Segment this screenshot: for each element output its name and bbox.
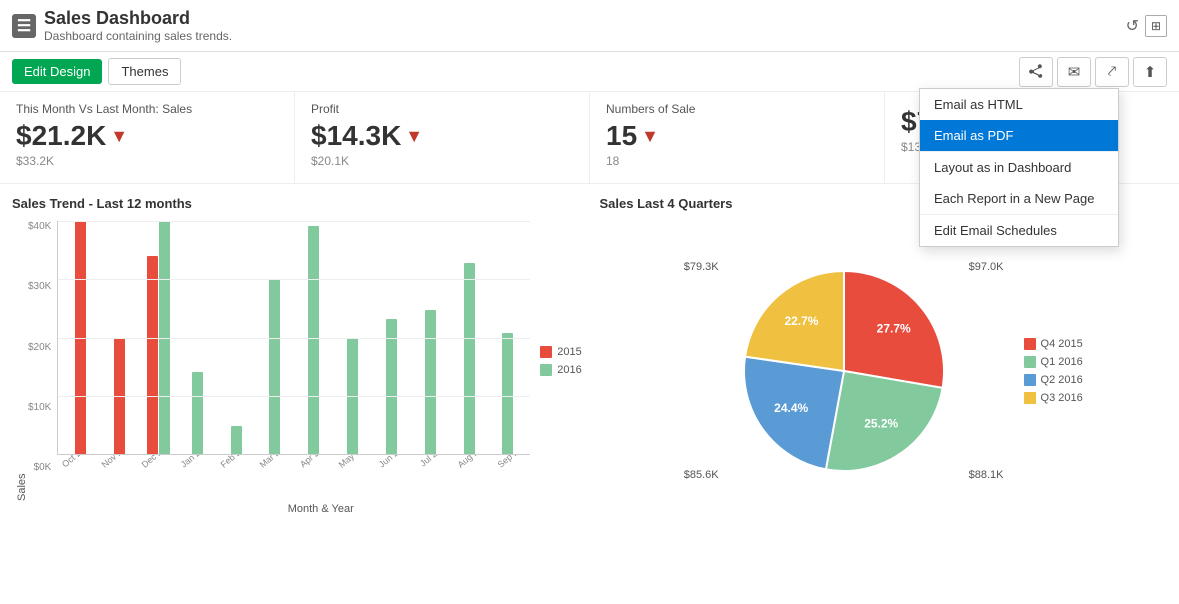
svg-text:27.7%: 27.7% — [876, 321, 910, 335]
legend-2016-label: 2016 — [557, 364, 581, 376]
kpi-number-sales: Numbers of Sale 15 ▼ 18 — [590, 92, 885, 183]
email-dropdown: Email as HTML Email as PDF Layout as in … — [919, 88, 1119, 247]
export-button[interactable]: ⤤ — [1095, 57, 1129, 87]
svg-text:24.4%: 24.4% — [774, 401, 808, 415]
header-title-block: Sales Dashboard Dashboard containing sal… — [44, 8, 1126, 43]
kpi-sales-label: This Month Vs Last Month: Sales — [16, 102, 278, 116]
kpi-sales-down-icon: ▼ — [110, 126, 128, 147]
x-axis-title: Month & Year — [62, 503, 580, 515]
share-button[interactable] — [1019, 57, 1053, 87]
legend-2015-label: 2015 — [557, 346, 581, 358]
legend-2015-color — [540, 346, 552, 358]
upload-button[interactable]: ⬆ — [1133, 57, 1167, 87]
dropdown-edit-schedules[interactable]: Edit Email Schedules — [920, 215, 1118, 246]
legend-q2-2016: Q2 2016 — [1024, 374, 1083, 386]
grid-icon[interactable]: ⊞ — [1145, 15, 1167, 37]
y-axis-labels: $40K $30K $20K $10K $0K — [28, 221, 57, 501]
pie-label-856k: $85.6K — [684, 469, 719, 481]
email-button[interactable]: ✉ — [1057, 57, 1091, 87]
svg-text:22.7%: 22.7% — [784, 314, 818, 328]
pie-chart-svg-wrapper: 27.7% 25.2% 24.4% 22.7% — [729, 256, 959, 486]
kpi-sales: This Month Vs Last Month: Sales $21.2K ▼… — [0, 92, 295, 183]
legend-2016-color — [540, 364, 552, 376]
kpi-profit-prev: $20.1K — [311, 154, 573, 168]
pie-chart-container: Sales Last 4 Quarters $79.3K $85.6K 27.7… — [600, 196, 1168, 592]
dropdown-layout-dashboard[interactable]: Layout as in Dashboard — [920, 152, 1118, 183]
kpi-profit-value: $14.3K ▼ — [311, 120, 573, 152]
page-title: Sales Dashboard — [44, 8, 1126, 29]
kpi-profit: Profit $14.3K ▼ $20.1K — [295, 92, 590, 183]
legend-q1-2016: Q1 2016 — [1024, 356, 1083, 368]
bar-chart-legend: 2015 2016 — [530, 221, 581, 501]
dropdown-each-report[interactable]: Each Report in a New Page — [920, 183, 1118, 214]
page-subtitle: Dashboard containing sales trends. — [44, 29, 1126, 43]
legend-2016: 2016 — [540, 364, 581, 376]
dropdown-email-html[interactable]: Email as HTML — [920, 89, 1118, 120]
legend-q4-2015: Q4 2015 — [1024, 338, 1083, 350]
y-axis-title: Sales — [12, 221, 28, 501]
legend-2015: 2015 — [540, 346, 581, 358]
kpi-number-sales-label: Numbers of Sale — [606, 102, 868, 116]
kpi-number-sales-prev: 18 — [606, 154, 868, 168]
charts-area: Sales Trend - Last 12 months Sales $40K … — [0, 184, 1179, 604]
themes-button[interactable]: Themes — [108, 58, 181, 85]
kpi-profit-label: Profit — [311, 102, 573, 116]
pie-label-881k: $88.1K — [969, 469, 1004, 481]
toolbar-right: ✉ ⤤ ⬆ — [1019, 57, 1167, 87]
bar-chart-container: Sales Trend - Last 12 months Sales $40K … — [12, 196, 580, 592]
kpi-sales-prev: $33.2K — [16, 154, 278, 168]
pie-chart-legend: Q4 2015 Q1 2016 Q2 2016 Q3 2016 — [1014, 338, 1083, 404]
svg-text:25.2%: 25.2% — [864, 416, 898, 430]
legend-q3-2016: Q3 2016 — [1024, 392, 1083, 404]
toolbar: Edit Design Themes ✉ ⤤ ⬆ — [0, 52, 1179, 92]
kpi-number-sales-value: 15 ▼ — [606, 120, 868, 152]
kpi-sales-value: $21.2K ▼ — [16, 120, 278, 152]
edit-design-button[interactable]: Edit Design — [12, 59, 102, 84]
app-icon: ☰ — [12, 14, 36, 38]
bar-chart-title: Sales Trend - Last 12 months — [12, 196, 580, 211]
plus-icon: ☰ — [17, 16, 31, 36]
header-actions: ↺ ⊞ — [1126, 15, 1167, 37]
kpi-number-sales-down-icon: ▼ — [641, 126, 659, 147]
pie-label-79k: $79.3K — [684, 261, 719, 273]
pie-label-970k: $97.0K — [969, 261, 1004, 273]
dropdown-email-pdf[interactable]: Email as PDF — [920, 120, 1118, 151]
kpi-profit-down-icon: ▼ — [405, 126, 423, 147]
refresh-icon[interactable]: ↺ — [1126, 16, 1139, 36]
